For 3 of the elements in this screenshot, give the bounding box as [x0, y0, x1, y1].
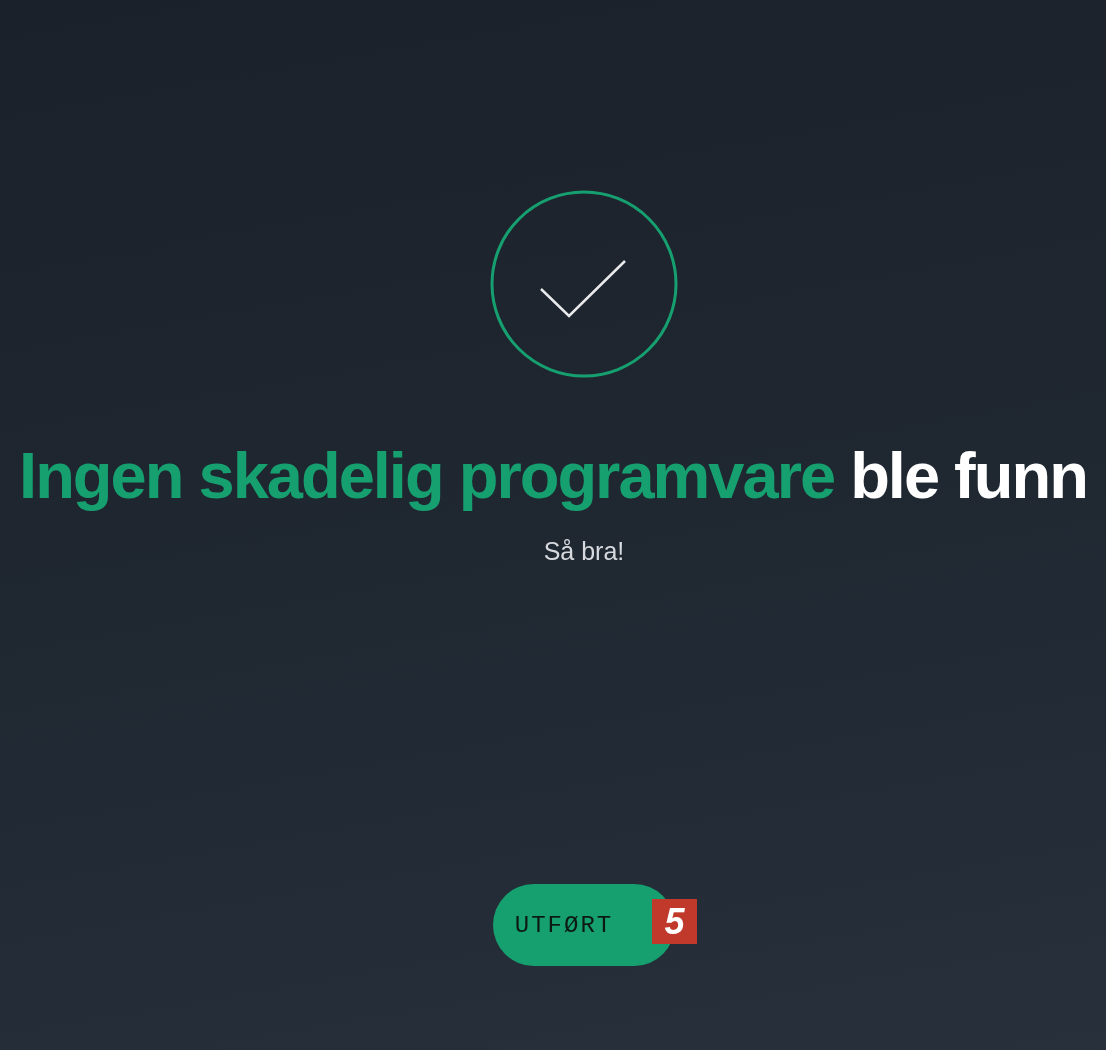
step-number-tooltip: 5	[652, 899, 697, 944]
subtitle: Så bra!	[543, 537, 625, 566]
result-heading: Ingen skadelig programvare ble funn	[19, 438, 1087, 514]
